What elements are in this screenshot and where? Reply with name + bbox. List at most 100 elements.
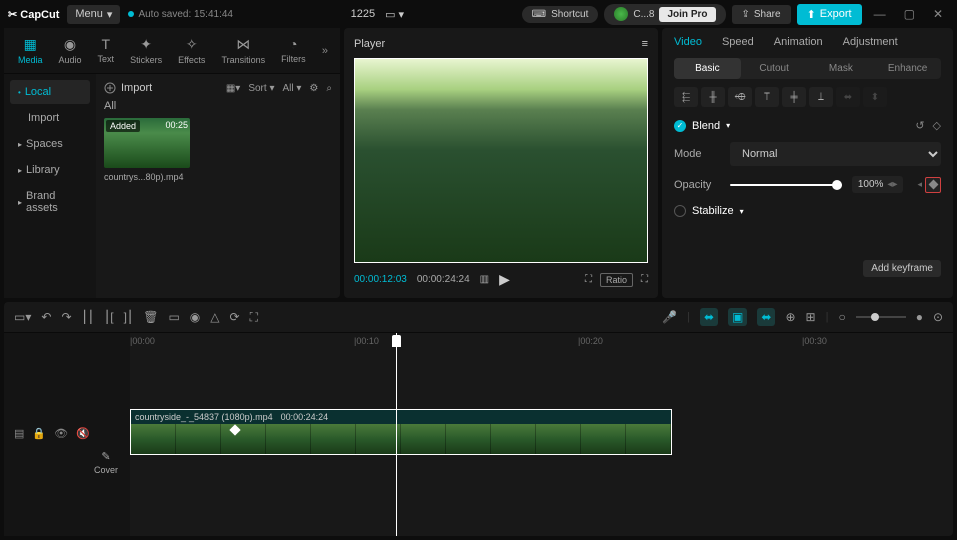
expand-icon[interactable]: » [318, 41, 332, 61]
join-pro-badge[interactable]: Join Pro [659, 7, 715, 22]
added-badge: Added [106, 120, 140, 132]
player-menu-icon[interactable]: ≡ [642, 38, 648, 50]
tab-video[interactable]: Video [674, 36, 702, 48]
playhead[interactable] [396, 333, 397, 536]
selection-tool-icon[interactable]: ▭▾ [14, 310, 31, 324]
blend-checkbox[interactable]: ✓ [674, 120, 686, 132]
opacity-value[interactable]: 100%◂▸ [852, 176, 904, 193]
filter-icon[interactable]: ⚙ [309, 83, 318, 94]
ratio-button[interactable]: Ratio [600, 273, 633, 287]
lock-icon[interactable]: 🔒 [32, 427, 46, 440]
stabilize-checkbox[interactable] [674, 205, 686, 217]
tab-text[interactable]: TText [92, 32, 121, 69]
magnet-icon[interactable]: ⬌ [700, 308, 718, 326]
align-center-v-icon[interactable]: ╪ [782, 87, 806, 107]
zoom-slider[interactable] [856, 316, 906, 318]
fit-icon[interactable]: ⊙ [933, 310, 943, 324]
add-keyframe-button[interactable] [925, 177, 941, 193]
shortcut-button[interactable]: ⌨Shortcut [522, 6, 599, 23]
tab-effects[interactable]: ✧Effects [172, 32, 211, 69]
filter-all-button[interactable]: All ▾ [282, 83, 301, 94]
export-icon: ⬆ [807, 8, 816, 21]
cover-button[interactable]: ✎ Cover [88, 444, 124, 481]
eye-icon[interactable]: 👁 [54, 427, 68, 440]
tab-stickers[interactable]: ✦Stickers [124, 32, 168, 69]
timeline-clip[interactable]: countryside_-_54837 (1080p).mp4 00:00:24… [130, 409, 672, 455]
mode-select[interactable]: Normal [730, 142, 941, 166]
track-icon[interactable]: ⊞ [806, 310, 816, 324]
subtab-mask[interactable]: Mask [808, 58, 875, 79]
prev-keyframe-icon[interactable]: ◂ [917, 179, 922, 190]
sidebar-item-import[interactable]: Import [10, 106, 90, 130]
play-button[interactable]: ▶ [499, 271, 510, 288]
align-right-icon[interactable]: ⬲ [728, 87, 752, 107]
compare-icon[interactable]: ▥ [480, 274, 489, 285]
menu-button[interactable]: Menu ▾ [67, 5, 120, 24]
sidebar-item-library[interactable]: ▸Library [10, 158, 90, 182]
crop-icon[interactable]: ⛶ [250, 310, 258, 325]
rotate-icon[interactable]: ⟳ [230, 310, 240, 324]
close-icon[interactable]: ✕ [927, 7, 949, 21]
player-video[interactable] [354, 58, 648, 263]
mic-icon[interactable]: 🎤 [662, 310, 677, 324]
align-left-icon[interactable]: ⬱ [674, 87, 698, 107]
minimize-icon[interactable]: — [868, 7, 892, 21]
media-clip[interactable]: Added 00:25 countrys...80p).mp4 [104, 118, 332, 182]
preview-icon[interactable]: ⊕ [785, 310, 795, 324]
share-button[interactable]: ⇪Share [732, 5, 791, 24]
filters-icon: ◔ [289, 36, 297, 52]
mirror-icon[interactable]: △ [210, 310, 219, 324]
tab-media[interactable]: ▦Media [12, 32, 49, 69]
keyframe-section-icon[interactable]: ◇ [933, 119, 941, 132]
app-logo: ✂ CapCut [8, 8, 59, 21]
trim-left-icon[interactable]: ⎮[ [104, 310, 114, 324]
focus-icon[interactable]: ⛶ [585, 274, 592, 285]
delete-icon[interactable]: 🗑 [143, 310, 158, 324]
subtab-cutout[interactable]: Cutout [741, 58, 808, 79]
split-icon[interactable]: ⎮⎮ [82, 310, 95, 324]
trim-right-icon[interactable]: ]⎮ [124, 310, 134, 324]
tab-transitions[interactable]: ⋈Transitions [215, 32, 271, 69]
align-center-h-icon[interactable]: ╫ [701, 87, 725, 107]
timeline-ruler[interactable]: |00:00 |00:10 |00:20 |00:30 [130, 333, 953, 351]
subtab-basic[interactable]: Basic [674, 58, 741, 79]
tab-filters[interactable]: ◔Filters [275, 32, 312, 69]
reset-icon[interactable]: ↺ [915, 119, 924, 132]
project-name[interactable]: 1225 [351, 8, 375, 20]
zoom-out-icon[interactable]: ○ [838, 310, 845, 324]
all-label: All [104, 100, 332, 112]
sidebar-item-local[interactable]: •Local [10, 80, 90, 104]
user-button[interactable]: C...8Join Pro [604, 4, 725, 25]
align-top-icon[interactable]: ⟙ [755, 87, 779, 107]
reverse-icon[interactable]: ◉ [190, 310, 200, 324]
tab-adjustment[interactable]: Adjustment [843, 36, 898, 48]
tab-speed[interactable]: Speed [722, 36, 754, 48]
auto-saved-status: Auto saved: 15:41:44 [128, 9, 233, 20]
zoom-in-icon[interactable]: ● [916, 310, 923, 324]
freeze-icon[interactable]: ▭ [168, 310, 179, 324]
duration-badge: 00:25 [165, 120, 188, 130]
opacity-slider[interactable] [730, 184, 842, 186]
grid-view-icon[interactable]: ▦▾ [226, 83, 240, 94]
layout-icon[interactable]: ▭ ▾ [385, 8, 404, 21]
maximize-icon[interactable]: ▢ [898, 7, 921, 21]
subtab-enhance[interactable]: Enhance [874, 58, 941, 79]
undo-icon[interactable]: ↶ [41, 310, 51, 324]
sort-button[interactable]: Sort ▾ [248, 83, 274, 94]
search-icon[interactable]: ⌕ [326, 83, 332, 94]
align-bottom-icon[interactable]: ⟘ [809, 87, 833, 107]
tab-audio[interactable]: ◉Audio [53, 32, 88, 69]
link-icon[interactable]: ⬌ [757, 308, 775, 326]
snap-icon[interactable]: ▣ [728, 308, 747, 326]
export-button[interactable]: ⬆Export [797, 4, 862, 25]
redo-icon[interactable]: ↷ [61, 310, 71, 324]
mute-icon[interactable]: 🔇 [76, 427, 90, 440]
avatar-icon [614, 7, 628, 21]
tab-animation[interactable]: Animation [774, 36, 823, 48]
share-icon: ⇪ [742, 9, 750, 20]
fullscreen-icon[interactable]: ⛶ [641, 274, 648, 285]
sidebar-item-brand[interactable]: ▸Brand assets [10, 184, 90, 220]
sidebar-item-spaces[interactable]: ▸Spaces [10, 132, 90, 156]
layers-icon[interactable]: ▤ [14, 427, 24, 440]
import-button[interactable]: Import [104, 82, 152, 94]
